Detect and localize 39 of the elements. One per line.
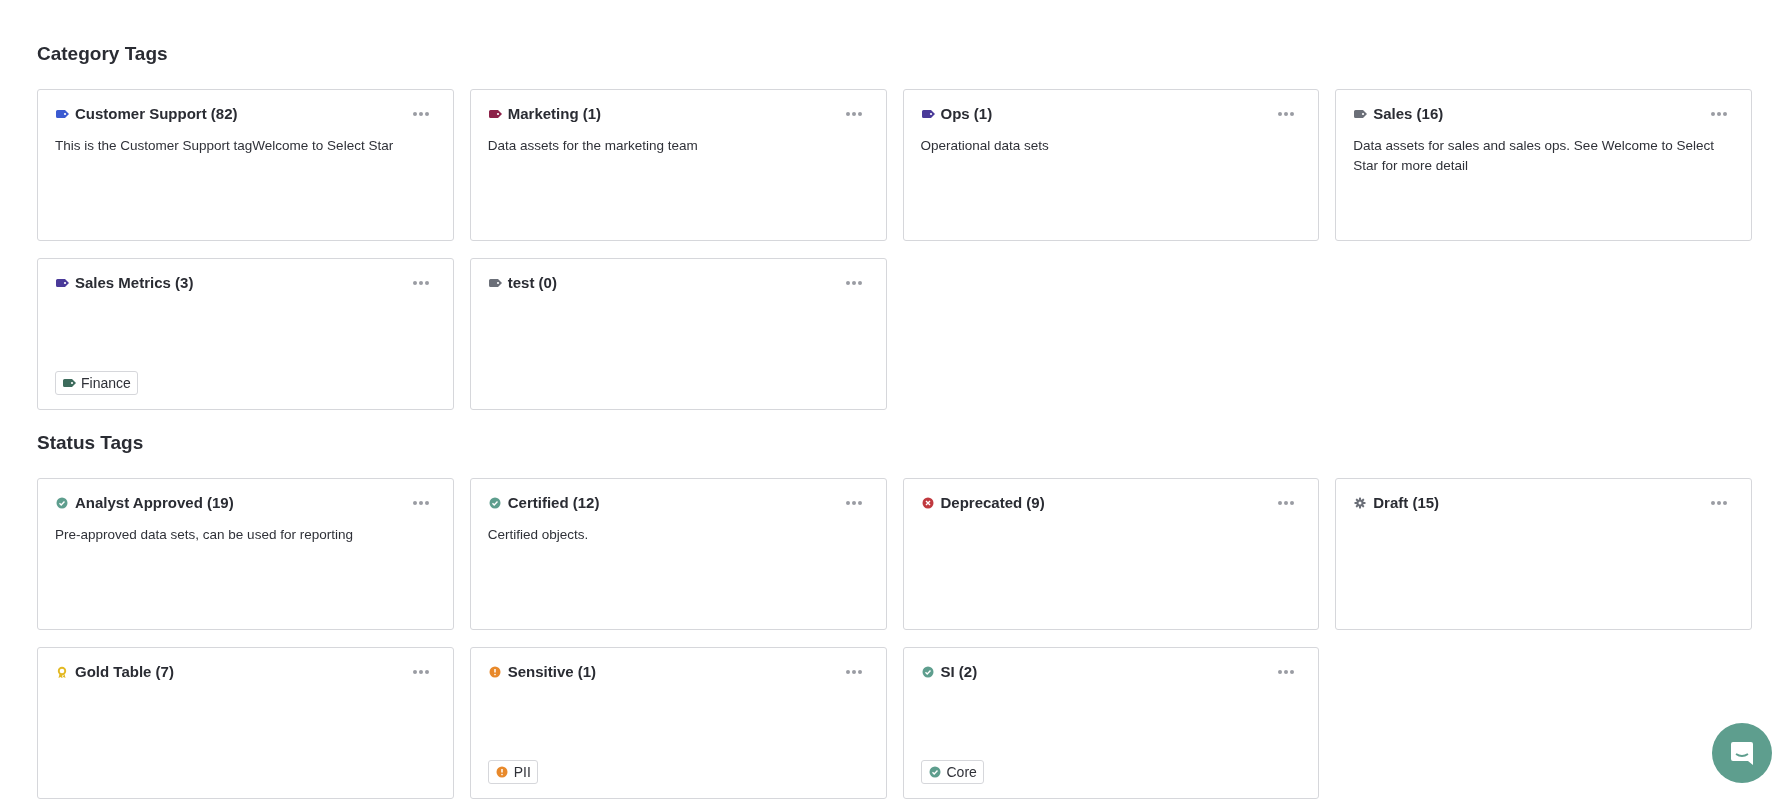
- tag-card[interactable]: Sales Metrics (3) Finance: [37, 258, 454, 410]
- tag-card[interactable]: Sensitive (1) PII: [469, 647, 887, 799]
- tag-name: Sales (16): [1373, 104, 1445, 124]
- tag-name: Draft (15): [1373, 493, 1441, 513]
- tag-card[interactable]: Certified (12) Certified objects.: [469, 478, 887, 630]
- tag-name: Sales Metrics (3): [75, 273, 195, 293]
- chat-launcher-button[interactable]: [1712, 723, 1772, 783]
- tag-name: Certified (12): [507, 493, 601, 513]
- tag-card[interactable]: Sales (16) Data assets for sales and sales ops. See Welcome to Select Star for more detail: [1335, 89, 1752, 241]
- tag-card[interactable]: SI (2) Core: [902, 647, 1320, 799]
- tag-card[interactable]: Gold Table (7): [37, 647, 454, 799]
- tag-card[interactable]: Analyst Approved (19) Pre-approved data sets, can be used for reporting: [37, 478, 454, 630]
- tag-card[interactable]: Customer Support (82) This is the Customer Support tagWelcome to Select Star: [37, 89, 454, 241]
- section-title: Category Tags: [37, 43, 169, 65]
- tag-name: Analyst Approved (19): [75, 493, 235, 513]
- child-tag[interactable]: Finance: [55, 371, 138, 395]
- tag-name: Ops (1): [940, 104, 994, 124]
- tag-description: Data assets for the marketing team: [487, 137, 699, 155]
- tag-card[interactable]: test (0): [469, 258, 887, 410]
- tag-card[interactable]: Ops (1) Operational data sets: [902, 89, 1320, 241]
- section-title: Status Tags: [37, 432, 145, 454]
- tag-name: test (0): [507, 273, 558, 293]
- tag-description: Data assets for sales and sales ops. See Welcome to Select Star for more detail: [1353, 137, 1715, 175]
- tag-name: Sensitive (1): [507, 662, 598, 682]
- tag-name: Deprecated (9): [940, 493, 1046, 513]
- tag-description: Certified objects.: [487, 526, 590, 544]
- tag-name: Marketing (1): [507, 104, 603, 124]
- tag-description: Pre-approved data sets, can be used for reporting: [55, 526, 354, 544]
- tag-name: Customer Support (82): [75, 104, 239, 124]
- tag-card[interactable]: Marketing (1) Data assets for the marketing team: [469, 89, 887, 241]
- tag-card[interactable]: Draft (15): [1335, 478, 1752, 630]
- tag-card[interactable]: Deprecated (9): [902, 478, 1320, 630]
- chat-bubble-icon: [1728, 739, 1756, 767]
- tag-name: SI (2): [940, 662, 979, 682]
- tag-description: This is the Customer Support tagWelcome to Select Star: [55, 137, 395, 155]
- tag-name: Gold Table (7): [75, 662, 175, 682]
- child-tag[interactable]: PII: [487, 760, 538, 784]
- tag-description: Operational data sets: [920, 137, 1050, 155]
- child-tag[interactable]: Core: [920, 760, 984, 784]
